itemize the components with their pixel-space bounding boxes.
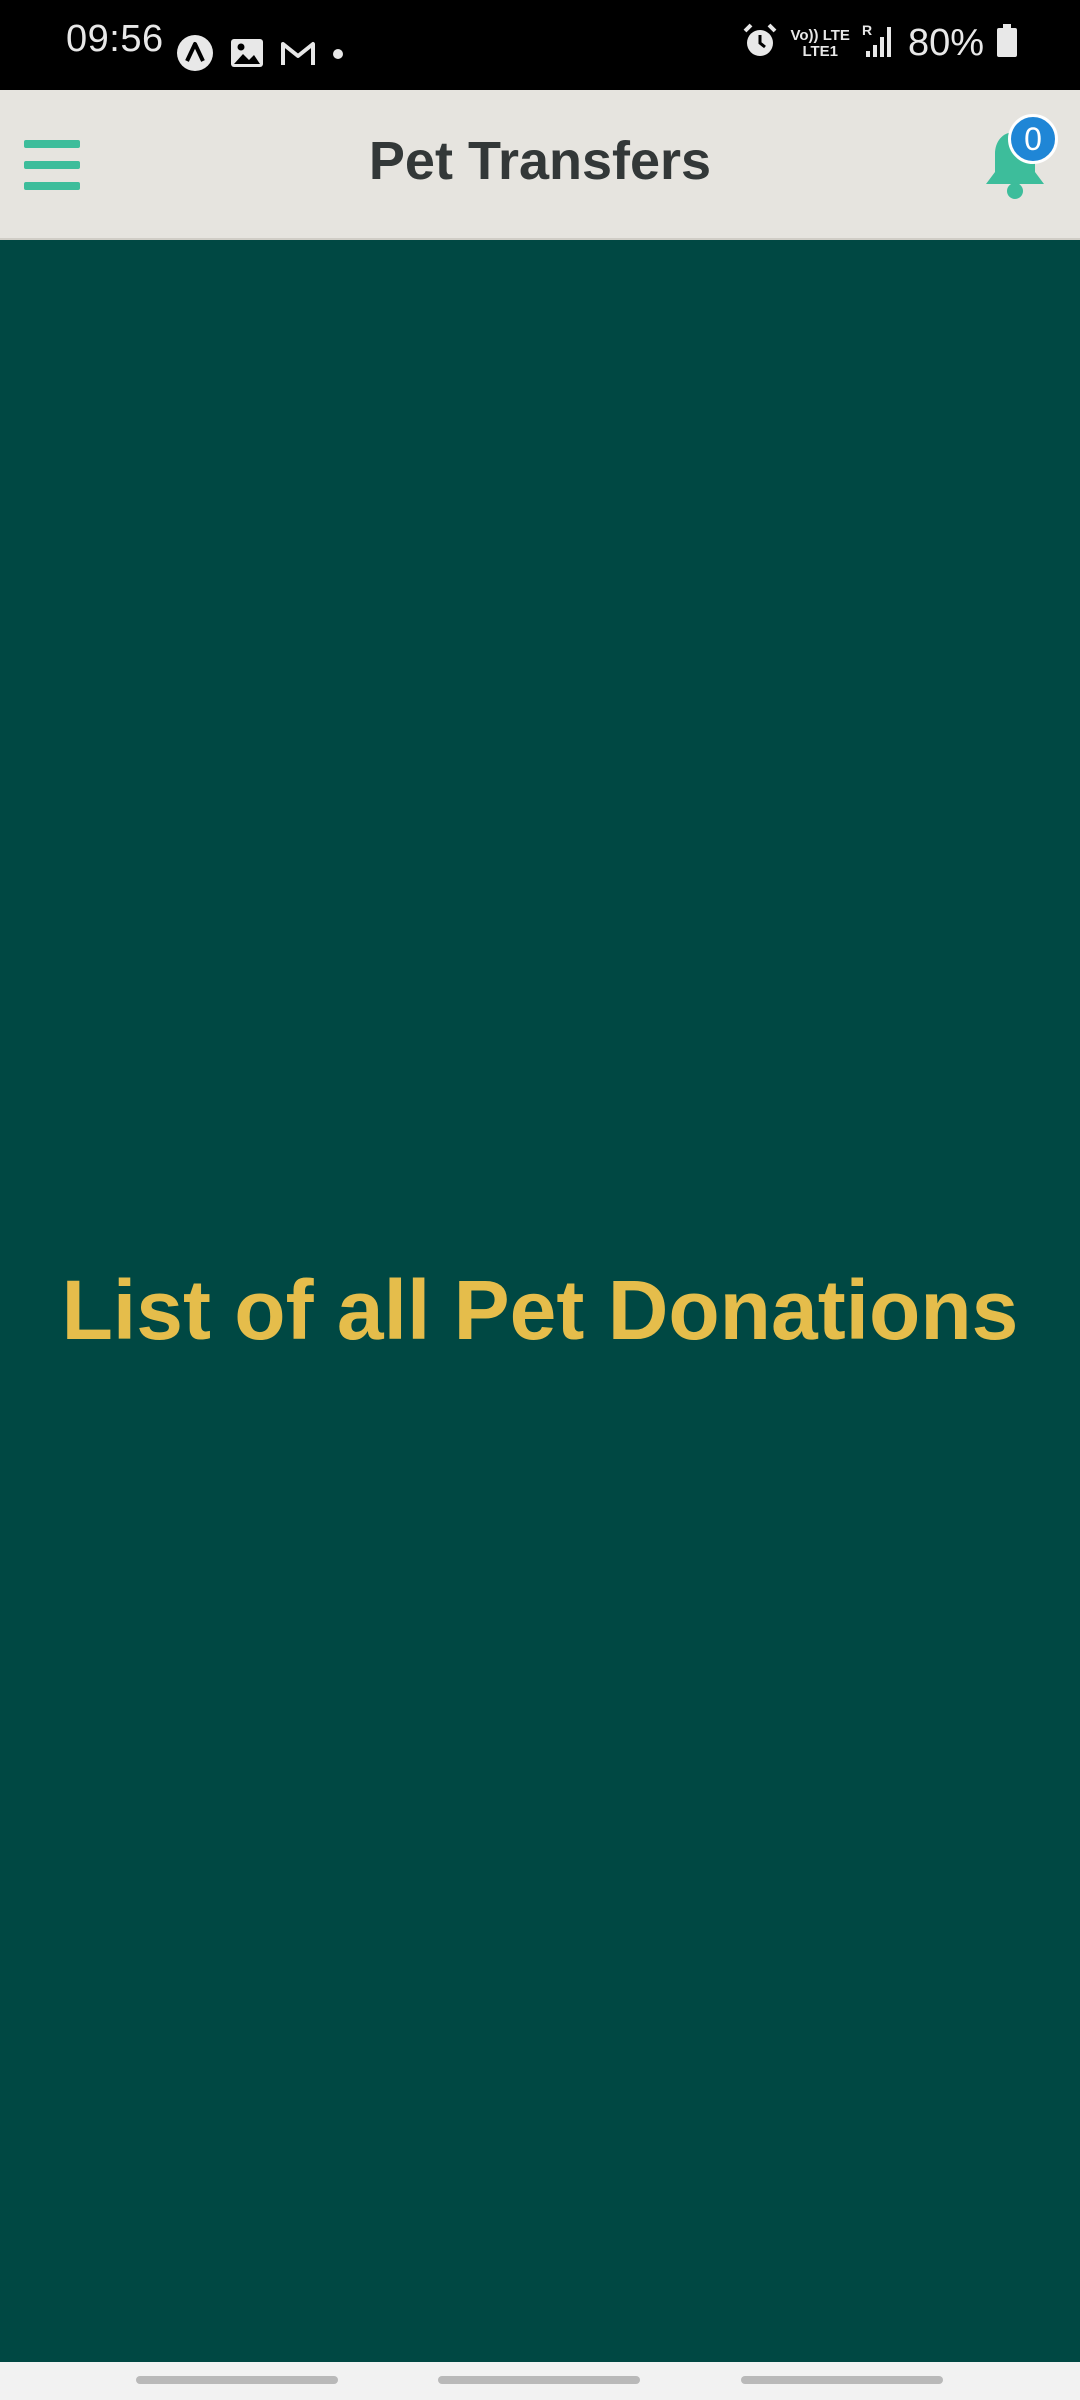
gesture-nav-bar	[0, 2362, 1080, 2400]
app-screen: 09:56 Vo)) LTE LTE1 R 80% Pet Transfers …	[0, 0, 1080, 2400]
notifications-button[interactable]: 0	[980, 114, 1058, 202]
network-label-bottom: LTE1	[802, 42, 838, 60]
status-notification-icons	[176, 34, 344, 77]
notification-count-badge: 0	[1008, 114, 1058, 164]
status-bar: 09:56 Vo)) LTE LTE1 R 80%	[0, 0, 1080, 90]
nav-recents-handle[interactable]	[136, 2376, 338, 2384]
app-icon	[176, 34, 214, 77]
donations-heading: List of all Pet Donations	[61, 1263, 1019, 1357]
signal-icon: R	[862, 22, 896, 64]
status-system-icons: Vo)) LTE LTE1 R 80%	[741, 22, 1019, 65]
bell-icon	[980, 132, 1050, 206]
battery-percent: 80%	[907, 22, 984, 64]
alarm-icon	[741, 22, 779, 65]
page-title: Pet Transfers	[368, 131, 712, 191]
svg-text:R: R	[862, 23, 872, 38]
gallery-icon	[230, 38, 264, 73]
nav-back-handle[interactable]	[741, 2376, 943, 2384]
app-bar: Pet Transfers 0	[0, 90, 1080, 240]
volte-icon: Vo)) LTE LTE1	[790, 26, 850, 60]
status-time: 09:56	[66, 18, 164, 60]
battery-icon	[996, 24, 1018, 63]
dot-icon	[332, 47, 344, 65]
gmail-icon	[280, 39, 316, 72]
network-label-top: Vo)) LTE	[790, 26, 850, 44]
nav-home-handle[interactable]	[438, 2376, 640, 2384]
